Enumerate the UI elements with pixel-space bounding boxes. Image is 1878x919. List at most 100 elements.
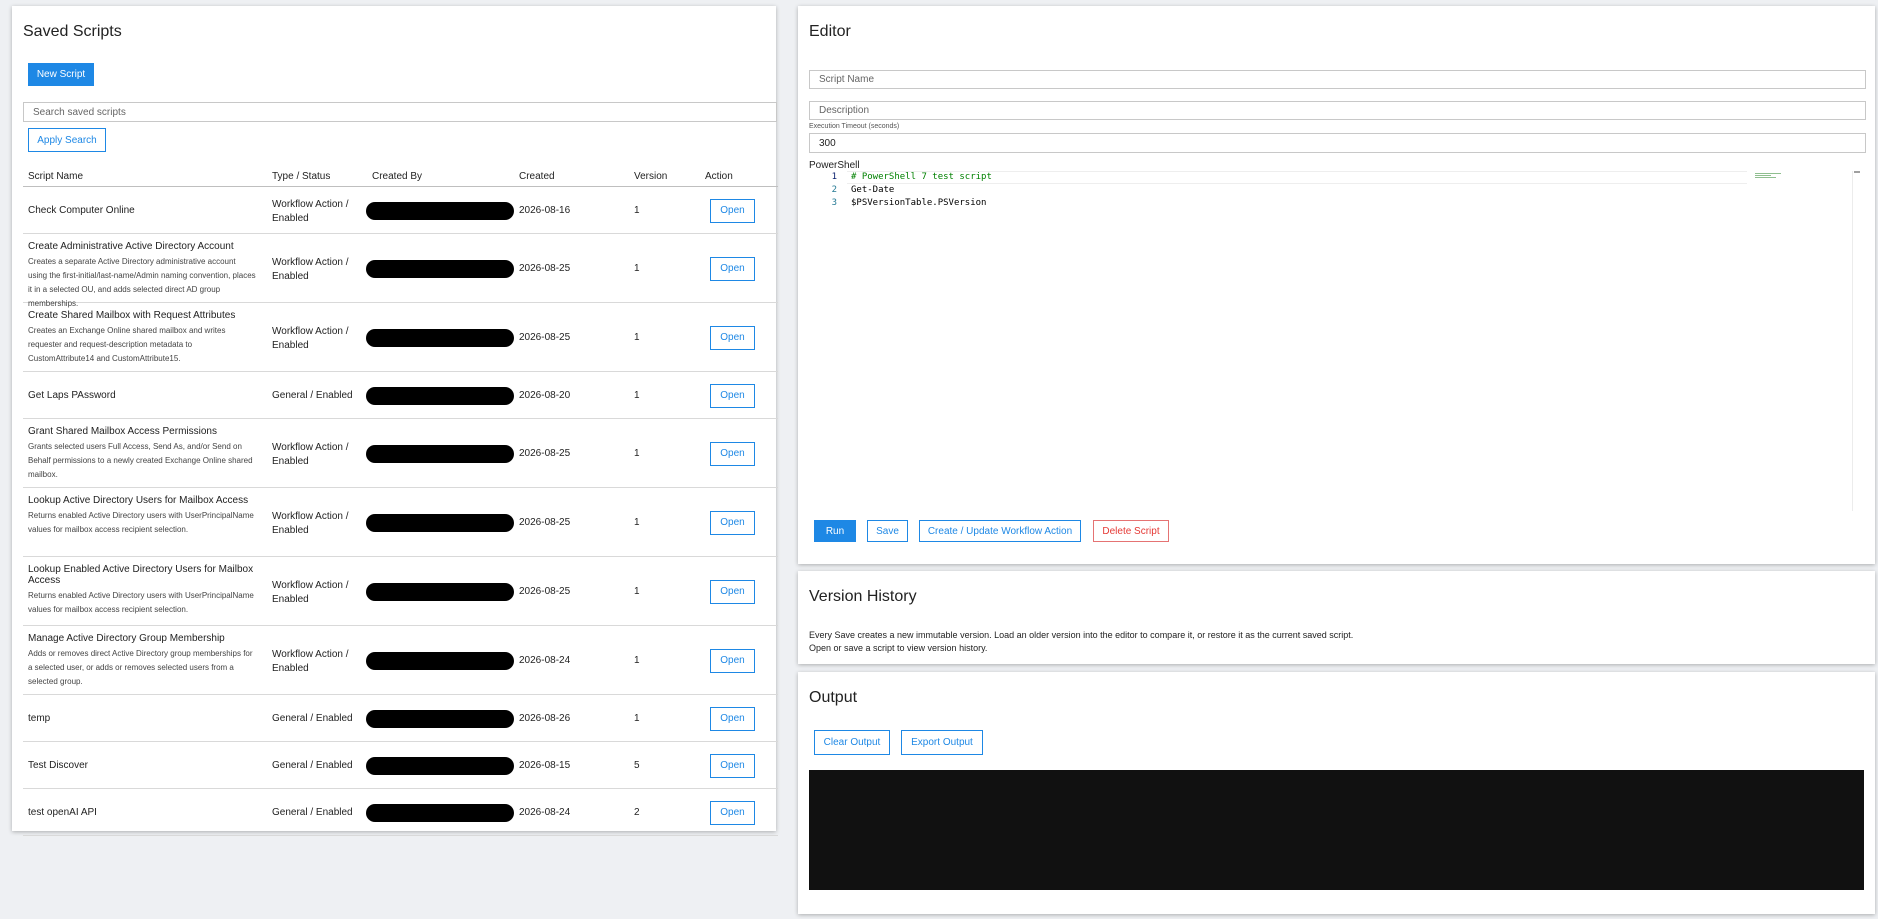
col-action: Action: [705, 171, 733, 182]
created-date: 2026-08-25: [519, 262, 571, 274]
open-script-button[interactable]: Open: [710, 383, 755, 408]
created-date: 2026-08-25: [519, 516, 571, 528]
description-input[interactable]: [809, 101, 1866, 120]
script-name-cell: Check Computer Online: [28, 205, 256, 216]
created-by-redacted: [366, 444, 516, 465]
apply-search-button[interactable]: Apply Search: [28, 128, 106, 152]
output-console[interactable]: [809, 770, 1864, 890]
created-date: 2026-08-16: [519, 204, 571, 216]
type-status: General / Enabled: [272, 712, 353, 724]
output-panel: Output Clear Output Export Output: [798, 672, 1875, 914]
version-history-line1: Every Save creates a new immutable versi…: [809, 630, 1354, 640]
script-name: Lookup Enabled Active Directory Users fo…: [28, 564, 254, 586]
redaction-mark: [366, 513, 514, 532]
script-description: Creates an Exchange Online shared mailbo…: [28, 326, 226, 363]
type-status: Workflow Action / Enabled: [272, 256, 349, 282]
script-name: temp: [28, 712, 51, 724]
redaction-mark: [366, 386, 514, 405]
new-script-button[interactable]: New Script: [28, 63, 94, 86]
table-row: Lookup Enabled Active Directory Users fo…: [23, 557, 778, 626]
type-status: Workflow Action / Enabled: [272, 198, 349, 224]
script-name-cell: Grant Shared Mailbox Access Permissions G…: [28, 426, 256, 482]
open-script-button[interactable]: Open: [710, 325, 755, 350]
col-type-status: Type / Status: [272, 171, 331, 182]
created-date: 2026-08-26: [519, 712, 571, 724]
script-name-input[interactable]: [809, 70, 1866, 89]
table-row: Manage Active Directory Group Membership…: [23, 626, 778, 695]
script-name: Check Computer Online: [28, 204, 135, 216]
script-name: Lookup Active Directory Users for Mailbo…: [28, 495, 249, 506]
script-name: Create Shared Mailbox with Request Attri…: [28, 310, 236, 321]
save-button[interactable]: Save: [867, 520, 908, 542]
type-status: Workflow Action / Enabled: [272, 510, 349, 536]
run-button[interactable]: Run: [814, 520, 856, 542]
version-number: 1: [634, 585, 640, 597]
table-row: Create Shared Mailbox with Request Attri…: [23, 303, 778, 372]
table-row: Check Computer Online Workflow Action / E…: [23, 187, 778, 234]
delete-script-button[interactable]: Delete Script: [1093, 520, 1169, 542]
script-name-cell: Lookup Enabled Active Directory Users fo…: [28, 564, 256, 617]
open-script-button[interactable]: Open: [710, 648, 755, 673]
editor-panel: Editor Execution Timeout (seconds) Power…: [798, 6, 1875, 564]
output-title: Output: [809, 689, 858, 706]
created-by-redacted: [366, 513, 516, 534]
open-script-button[interactable]: Open: [710, 753, 755, 778]
open-script-button[interactable]: Open: [710, 579, 755, 604]
script-name-cell: Create Administrative Active Directory A…: [28, 241, 256, 311]
type-status: General / Enabled: [272, 806, 353, 818]
redaction-mark: [366, 709, 514, 728]
open-script-button[interactable]: Open: [710, 198, 755, 223]
version-number: 1: [634, 712, 640, 724]
created-date: 2026-08-25: [519, 331, 571, 343]
open-script-button[interactable]: Open: [710, 510, 755, 535]
search-input[interactable]: [23, 102, 777, 122]
version-number: 1: [634, 447, 640, 459]
saved-scripts-panel: Saved Scripts New Script Apply Search Sc…: [12, 6, 778, 836]
scripts-table-body: Check Computer Online Workflow Action / E…: [23, 187, 778, 836]
script-name: Test Discover: [28, 759, 89, 771]
code-editor[interactable]: 1 # PowerShell 7 test script 2 Get-Date 3 $PS…: [809, 168, 1861, 512]
col-version: Version: [634, 171, 668, 182]
workflow-action-button[interactable]: Create / Update Workflow Action: [919, 520, 1081, 542]
created-by-redacted: [366, 386, 516, 407]
version-history-title: Version History: [809, 588, 917, 605]
code-line: $PSVersionTable.PSVersion: [851, 198, 987, 208]
line-number: 3: [831, 198, 837, 208]
version-number: 1: [634, 204, 640, 216]
timeout-label: Execution Timeout (seconds): [809, 123, 900, 130]
redaction-mark: [366, 582, 514, 601]
open-script-button[interactable]: Open: [710, 800, 755, 825]
created-date: 2026-08-25: [519, 447, 571, 459]
created-by-redacted: [366, 651, 516, 672]
open-script-button[interactable]: Open: [710, 706, 755, 731]
created-by-redacted: [366, 328, 516, 349]
script-name-cell: test openAI API: [28, 807, 256, 818]
table-row: Create Administrative Active Directory A…: [23, 234, 778, 308]
created-date: 2026-08-25: [519, 585, 571, 597]
saved-scripts-title: Saved Scripts: [23, 23, 122, 40]
col-script-name: Script Name: [28, 171, 84, 182]
type-status: Workflow Action / Enabled: [272, 441, 349, 467]
type-status: Workflow Action / Enabled: [272, 325, 349, 351]
timeout-input[interactable]: [809, 133, 1866, 153]
table-row: temp General / Enabled 2026-08-26 1 Open: [23, 695, 778, 742]
script-name: test openAI API: [28, 806, 97, 818]
open-script-button[interactable]: Open: [710, 256, 755, 281]
redaction-mark: [366, 328, 514, 347]
created-by-redacted: [366, 582, 516, 603]
version-number: 1: [634, 654, 640, 666]
editor-scrollbar[interactable]: [1852, 171, 1861, 511]
type-status: General / Enabled: [272, 389, 353, 401]
open-script-button[interactable]: Open: [710, 441, 755, 466]
export-output-button[interactable]: Export Output: [901, 730, 983, 755]
redaction-mark: [366, 259, 514, 278]
version-number: 1: [634, 516, 640, 528]
redaction-mark: [366, 803, 514, 822]
table-row: Grant Shared Mailbox Access Permissions G…: [23, 419, 778, 488]
clear-output-button[interactable]: Clear Output: [814, 730, 890, 755]
redaction-mark: [366, 756, 514, 775]
version-history-panel: Version History Every Save creates a new…: [798, 571, 1875, 664]
created-by-redacted: [366, 259, 516, 280]
code-minimap[interactable]: [1755, 173, 1781, 179]
created-by-redacted: [366, 756, 516, 777]
